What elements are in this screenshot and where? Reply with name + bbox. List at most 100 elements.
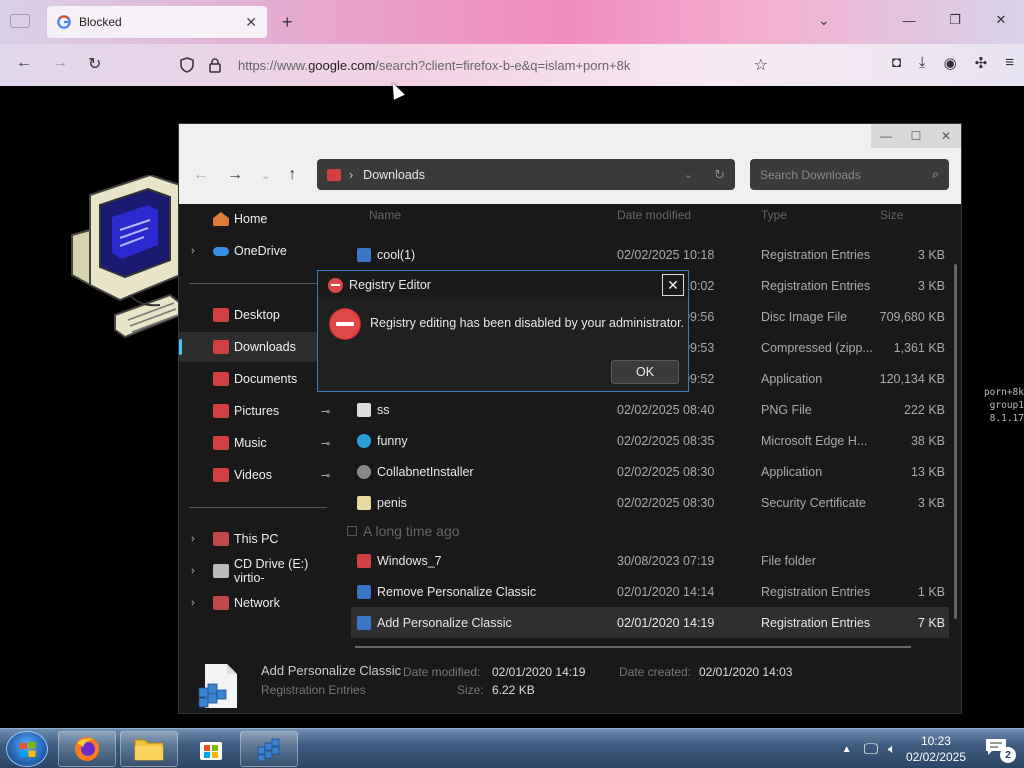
expand-chevron-icon[interactable]: › [191,597,195,609]
clock[interactable]: 10:23 02/02/2025 [906,733,966,765]
error-icon [330,309,360,339]
file-row[interactable]: CollabnetInstaller 02/02/2025 08:30 Appl… [351,456,949,487]
nav-item-music[interactable]: Music ⊸ [179,428,339,458]
close-window-button[interactable]: ✕ [978,0,1024,40]
nav-item-desktop[interactable]: Desktop [179,300,339,330]
notification-center-button[interactable]: 2 [984,737,1016,763]
file-row-selected[interactable]: Add Personalize Classic 02/01/2020 14:19… [351,607,949,638]
ok-button[interactable]: OK [611,360,679,384]
file-row[interactable]: penis 02/02/2025 08:30 Security Certific… [351,487,949,518]
show-hidden-icons-icon[interactable]: ▲ [842,744,852,755]
videos-icon [213,468,229,482]
explorer-forward-button[interactable]: → [227,166,243,186]
volume-muted-icon[interactable]: 🔈︎ [888,741,896,757]
group-collapse-icon[interactable] [347,526,357,536]
explorer-close-button[interactable]: ✕ [931,124,961,148]
horizontal-scrollbar[interactable] [355,646,911,648]
search-input[interactable]: Search Downloads ⌕ [750,159,949,190]
group-header-long-ago[interactable]: A long time ago [347,523,460,539]
nav-item-this-pc[interactable]: › This PC [179,524,339,554]
address-bar[interactable]: › Downloads ⌄ ↻ [317,159,735,190]
taskbar-registry-editor[interactable] [240,731,298,767]
bookmark-star-icon[interactable]: ☆ [754,55,768,75]
reload-button[interactable]: ↻ [88,54,101,74]
vertical-scrollbar[interactable] [954,264,957,619]
pictures-icon [213,404,229,418]
recent-locations-chevron-icon[interactable]: ⌄ [261,166,270,186]
minimize-button[interactable]: — [886,0,932,40]
extensions-icon[interactable]: ✣ [975,54,988,72]
dialog-message: Registry editing has been disabled by yo… [370,316,685,330]
refresh-icon[interactable]: ↻ [714,167,725,183]
nav-item-onedrive[interactable]: › OneDrive [179,236,339,266]
documents-icon [213,372,229,386]
column-header-size[interactable]: Size [880,208,903,222]
back-button[interactable]: ← [16,54,32,72]
url-bar[interactable]: https://www.google.com/search?client=fir… [176,50,786,80]
nav-item-network[interactable]: › Network [179,588,339,618]
details-size-label: Size: [457,683,484,697]
details-created-value: 02/01/2020 14:03 [699,665,793,679]
registry-file-large-icon [198,664,237,708]
expand-chevron-icon[interactable]: › [191,245,195,257]
expand-chevron-icon[interactable]: › [191,533,195,545]
dialog-title: Registry Editor [349,278,431,292]
list-tabs-chevron-icon[interactable]: ⌄ [818,12,830,29]
network-monitor-icon[interactable]: 🖵 [864,741,878,758]
downloads-folder-icon [327,168,341,181]
pin-icon[interactable]: ⊸ [321,469,330,482]
tab-title: Blocked [79,15,122,29]
menu-icon[interactable]: ≡ [1005,54,1014,72]
pin-icon[interactable]: ⊸ [321,405,330,418]
explorer-minimize-button[interactable]: — [871,124,901,148]
png-file-icon [357,402,371,417]
start-button[interactable] [6,731,48,767]
lock-icon[interactable] [204,57,226,73]
restore-button[interactable]: ❐ [932,0,978,40]
details-created-label: Date created: [619,665,692,679]
nav-item-videos[interactable]: Videos ⊸ [179,460,339,490]
explorer-maximize-button[interactable]: ☐ [901,124,931,148]
account-icon[interactable]: ◉ [944,54,957,72]
column-header-type[interactable]: Type [761,208,787,222]
details-file-name: Add Personalize Classic [261,663,402,678]
forward-button[interactable]: → [52,54,68,72]
expand-chevron-icon[interactable]: › [191,565,195,577]
tab-close-icon[interactable]: ✕ [245,14,257,31]
nav-item-downloads[interactable]: Downloads [179,332,339,362]
cd-drive-icon [213,564,229,578]
address-dropdown-icon[interactable]: ⌄ [684,168,693,181]
search-icon[interactable]: ⌕ [932,167,939,182]
file-row[interactable]: Remove Personalize Classic 02/01/2020 14… [351,576,949,607]
dialog-close-button[interactable]: ✕ [662,274,684,296]
taskbar-store[interactable] [182,731,240,767]
explorer-back-button[interactable]: ← [193,166,209,186]
nav-item-documents[interactable]: Documents [179,364,339,394]
pin-icon[interactable]: ⊸ [321,437,330,450]
taskbar-file-explorer[interactable] [120,731,178,767]
breadcrumb-downloads[interactable]: Downloads [363,168,425,182]
nav-item-cd-drive[interactable]: › CD Drive (E:) virtio- [179,556,339,586]
file-row[interactable]: ss 02/02/2025 08:40 PNG File 222 KB [351,394,949,425]
downloads-icon[interactable]: ⤓ [919,54,926,72]
pocket-icon[interactable]: ◘ [892,54,901,72]
sidebar-toggle-icon[interactable] [10,14,30,28]
column-header-date[interactable]: Date modified [617,208,691,222]
notification-badge: 2 [1000,747,1016,763]
column-header-name[interactable]: Name [369,208,401,222]
file-row[interactable]: funny 02/02/2025 08:35 Microsoft Edge H.… [351,425,949,456]
file-row[interactable]: Windows_7 30/08/2023 07:19 File folder [351,545,949,576]
nav-item-pictures[interactable]: Pictures ⊸ [179,396,339,426]
taskbar-firefox[interactable] [58,731,116,767]
file-row[interactable]: cool(1) 02/02/2025 10:18 Registration En… [351,239,949,270]
browser-tab-blocked[interactable]: Blocked ✕ [47,6,267,38]
new-tab-button[interactable]: + [282,12,293,33]
url-text[interactable]: https://www.google.com/search?client=fir… [238,58,630,73]
breadcrumb-separator-icon[interactable]: › [349,168,353,182]
google-icon [57,15,71,29]
nav-item-home[interactable]: Home [179,204,339,234]
tracking-protection-shield-icon[interactable] [176,57,198,73]
explorer-up-button[interactable]: ↑ [288,166,296,186]
explorer-toolbar: — ☐ ✕ ← → ⌄ ↑ › Downloads ⌄ ↻ Search Dow… [179,124,961,204]
background-terminal-text: porn+8k group1 8.1.17 [983,387,1024,424]
